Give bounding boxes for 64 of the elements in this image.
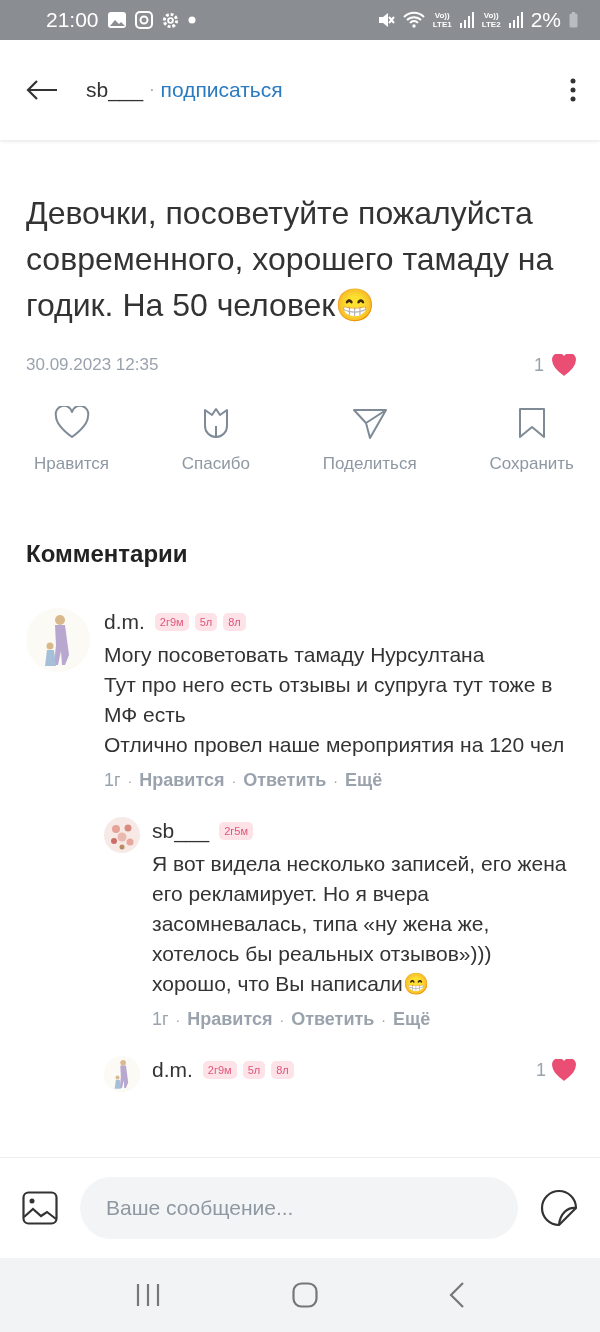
comment-action-link[interactable]: Ещё	[345, 770, 383, 791]
comment-time: 1г	[104, 770, 121, 791]
separator-dot: ·	[127, 772, 133, 789]
mute-icon	[376, 11, 395, 29]
comment-action-link[interactable]: Нравится	[187, 1009, 273, 1030]
battery-icon	[569, 12, 578, 28]
battery-level: 2%	[530, 8, 561, 32]
user-badge: 2г9м	[202, 1061, 237, 1079]
post-text: Девочки, посоветуйте пожалуйста современного, хорошего тамаду на годик. На 50 человек😁	[26, 194, 555, 325]
message-field[interactable]: Ваше сообщение...	[80, 1177, 518, 1239]
back-icon[interactable]	[448, 1282, 465, 1308]
comment-author[interactable]: d.m.	[152, 1058, 193, 1082]
user-badge: 2г9м	[154, 613, 189, 631]
like-count: 1	[534, 354, 544, 376]
post-action-button[interactable]: Спасибо	[181, 406, 250, 474]
separator-dot: ·	[149, 81, 155, 99]
comment-text: Я вот видела несколько записей, его жена его рекламирует. Но я вчера засомневалась, типа «ну жена же, хотелось бы реальных отзывов»))) хорошо, что Вы написали😁	[152, 851, 568, 997]
user-badge: 2г5м	[219, 822, 254, 840]
user-badge: 8л	[223, 613, 246, 631]
comment-action-link[interactable]: Ещё	[393, 1009, 431, 1030]
bookmark-icon	[516, 406, 547, 440]
comments-heading: Комментарии	[26, 540, 189, 568]
user-badge: 8л	[271, 1061, 294, 1079]
comment-text: Могу посоветовать тамаду Нурсултана Тут про него есть отзывы и супруга тут тоже в МФ есть Отлично провел наше мероприятия на 120 чел	[104, 642, 566, 758]
comment-author[interactable]: d.m.	[104, 610, 145, 634]
like-count: 1	[536, 1059, 546, 1081]
wifi-icon	[402, 11, 425, 29]
dot-icon	[187, 16, 196, 24]
comment-author[interactable]: sb___	[152, 819, 210, 843]
image-icon[interactable]	[22, 1191, 58, 1225]
camera-icon	[134, 11, 153, 29]
network-label: Vo))	[483, 11, 499, 20]
separator-dot: ·	[175, 1011, 181, 1028]
settings-icon	[160, 10, 180, 30]
network-label: LTE2	[481, 20, 501, 29]
user-badge: 5л	[242, 1061, 266, 1079]
post-action-button[interactable]: Нравится	[34, 406, 109, 474]
heart-icon	[53, 406, 90, 440]
signal-icon	[459, 12, 474, 28]
home-icon[interactable]	[292, 1282, 318, 1308]
network-label: LTE1	[432, 20, 452, 29]
post-action-button[interactable]: Сохранить	[489, 406, 574, 474]
sticker-icon[interactable]	[540, 1189, 578, 1227]
back-arrow-icon[interactable]	[26, 79, 58, 101]
comment-action-link[interactable]: Ответить	[243, 770, 327, 791]
post-action-button[interactable]: Поделиться	[322, 406, 417, 474]
user-badge: 5л	[194, 613, 218, 631]
separator-dot: ·	[279, 1011, 285, 1028]
status-time: 21:00	[46, 8, 99, 32]
signal-icon	[508, 12, 523, 28]
post-date: 30.09.2023 12:35	[26, 355, 159, 375]
comment-action-link[interactable]: Ответить	[291, 1009, 375, 1030]
separator-dot: ·	[381, 1011, 386, 1028]
network-label: Vo))	[434, 11, 450, 20]
paper-plane-icon	[351, 406, 388, 440]
comment-action-link[interactable]: Нравится	[139, 770, 225, 791]
separator-dot: ·	[231, 772, 237, 789]
recent-apps-icon[interactable]	[135, 1283, 162, 1307]
image-icon	[106, 11, 127, 29]
separator-dot: ·	[333, 772, 338, 789]
author-name[interactable]: sb___	[86, 78, 144, 102]
comment-time: 1г	[152, 1009, 169, 1030]
more-icon[interactable]	[570, 78, 576, 102]
follow-link[interactable]: подписаться	[160, 78, 283, 102]
